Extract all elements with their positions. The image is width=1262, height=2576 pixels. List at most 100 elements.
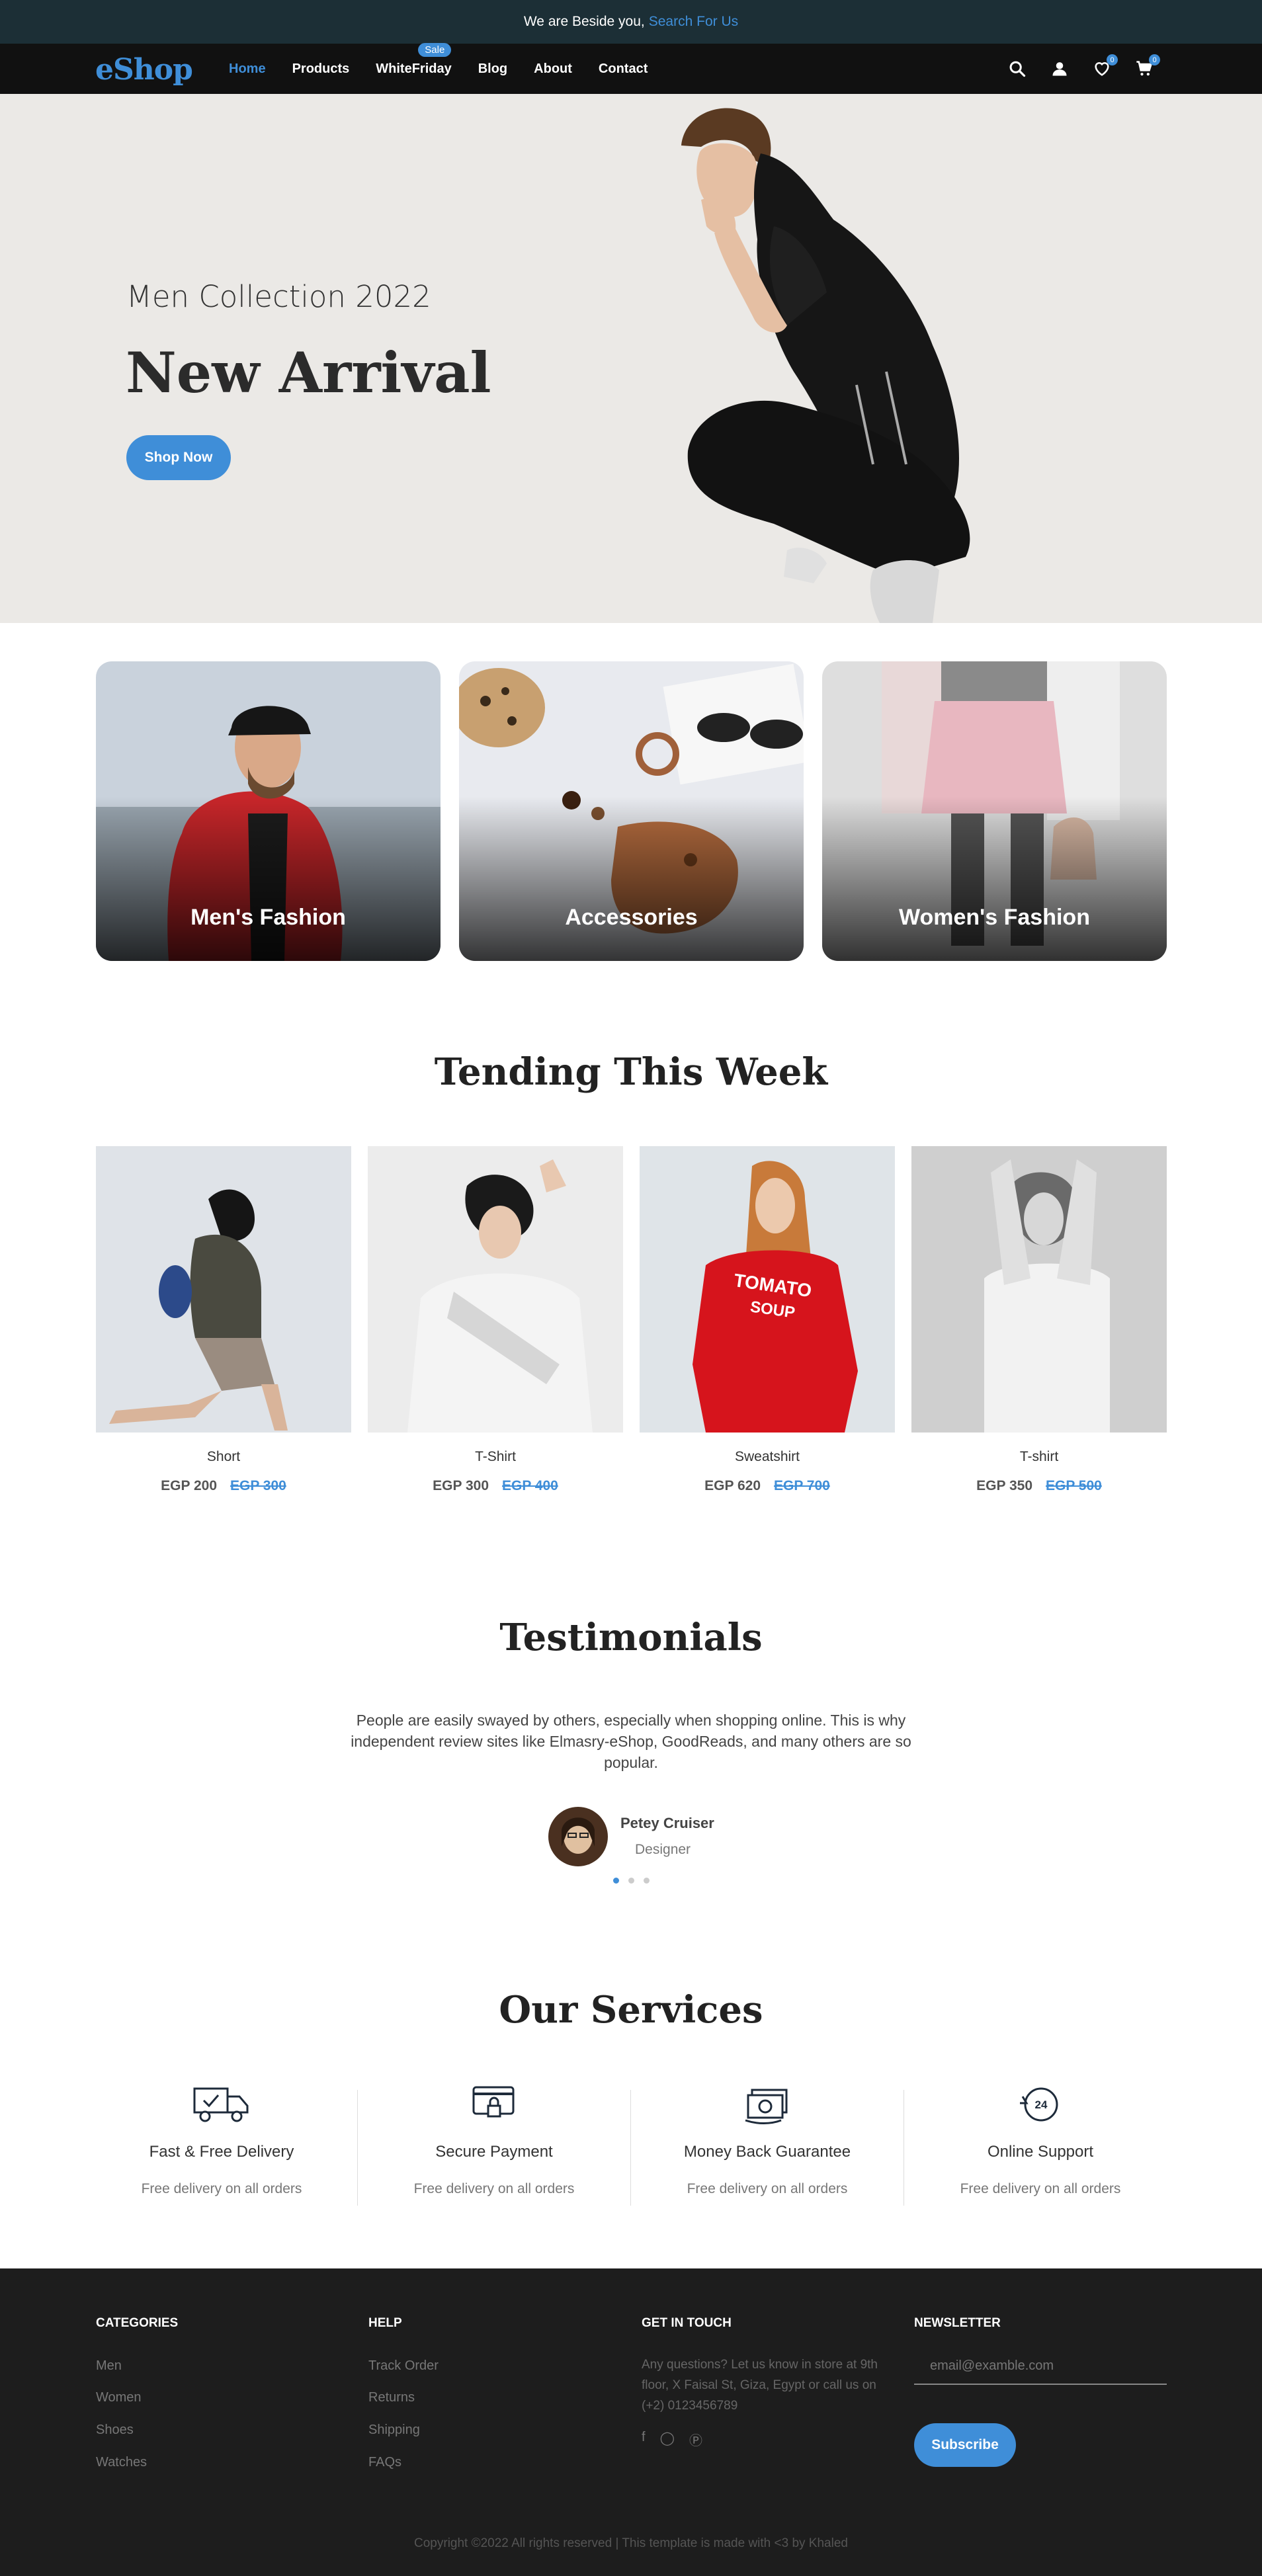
category-mens-fashion[interactable]: Men's Fashion [96,661,441,961]
footer-categories-title: CATEGORIES [96,2316,179,2330]
product-price: EGP 620 [704,1478,761,1493]
footer-link-shoes[interactable]: Shoes [96,2423,134,2438]
hero-title: New Arrival [126,340,491,405]
service-money-back: Money Back Guarantee Free delivery on al… [631,2083,904,2197]
category-label-womens: Women's Fashion [899,905,1090,930]
service-name: Online Support [987,2143,1094,2161]
product-old-price: EGP 500 [1046,1478,1102,1493]
product-price: EGP 200 [161,1478,217,1493]
category-shade [822,796,1167,961]
category-accessories[interactable]: Accessories [459,661,804,961]
footer-link-watches[interactable]: Watches [96,2455,147,2470]
hero-model-image [681,108,970,623]
product-card: Short EGP 200 EGP 300 [96,1146,351,1494]
nav-home[interactable]: Home [229,62,266,77]
footer-link-track-order[interactable]: Track Order [368,2358,439,2374]
navbar: eShop Home Products WhiteFriday Sale Blo… [0,42,1262,94]
service-name: Fast & Free Delivery [149,2143,294,2161]
nav-blog[interactable]: Blog [478,62,507,77]
product-name[interactable]: T-shirt [911,1449,1167,1465]
product-prices: EGP 350 EGP 500 [911,1478,1167,1494]
testimonial-role: Designer [635,1842,691,1857]
product-price: EGP 300 [433,1478,489,1493]
logo-e: e [95,53,114,87]
service-delivery: Fast & Free Delivery Free delivery on al… [85,2083,358,2197]
logo-shop: Shop [113,53,193,87]
subscribe-button[interactable]: Subscribe [914,2423,1016,2467]
product-card: TOMATO SOUP Sweatshirt EGP 620 EGP 700 [640,1146,895,1494]
search-icon[interactable] [1005,57,1029,81]
logo[interactable]: eShop [95,53,193,87]
nav-icons: 0 0 [1005,54,1160,81]
delivery-truck-icon [85,2083,358,2130]
user-icon[interactable] [1048,57,1072,81]
service-name: Money Back Guarantee [683,2143,851,2161]
service-name: Secure Payment [435,2143,553,2161]
testimonial-author: Petey Cruiser [620,1815,714,1831]
service-desc: Free delivery on all orders [413,2181,575,2196]
category-shade [459,796,804,961]
service-support: 24 Online Support Free delivery on all o… [904,2083,1177,2197]
announcement-bar: We are Beside you, Search For Us [0,0,1262,44]
product-prices: EGP 200 EGP 300 [96,1478,351,1494]
product-card: T-Shirt EGP 300 EGP 400 [368,1146,623,1494]
footer-link-returns[interactable]: Returns [368,2390,415,2405]
carousel-dot[interactable] [628,1878,634,1884]
cart-count: 0 [1149,54,1160,65]
svg-text:24: 24 [1035,2098,1048,2111]
category-label-accessories: Accessories [565,905,698,930]
testimonials-title: Testimonials [499,1616,763,1659]
footer-link-shipping[interactable]: Shipping [368,2423,420,2438]
carousel-dot[interactable] [613,1878,619,1884]
announcement-text: We are Beside you, [523,14,645,29]
sale-badge: Sale [418,42,452,57]
product-price: EGP 350 [976,1478,1032,1493]
wishlist-heart-icon[interactable]: 0 [1090,54,1118,81]
service-payment: Secure Payment Free delivery on all orde… [358,2083,630,2197]
nav-contact[interactable]: Contact [599,62,648,77]
pinterest-icon[interactable]: Ⓟ [689,2430,702,2449]
newsletter-email-input[interactable] [914,2348,1167,2385]
footer-link-faqs[interactable]: FAQs [368,2455,401,2470]
search-for-us-link[interactable]: Search For Us [649,14,738,30]
category-womens-fashion[interactable]: Women's Fashion [822,661,1167,961]
product-image-short[interactable] [96,1146,351,1433]
footer-contact-title: GET IN TOUCH [642,2316,732,2330]
product-prices: EGP 300 EGP 400 [368,1478,623,1494]
hero-subtitle: Men Collection 2022 [126,279,431,314]
main-menu: Home Products WhiteFriday Sale Blog Abou… [229,42,674,94]
category-label-mens: Men's Fashion [190,905,346,930]
trending-title: Tending This Week [434,1050,828,1094]
money-back-icon [631,2083,904,2130]
cart-icon[interactable]: 0 [1132,54,1160,81]
product-old-price: EGP 400 [502,1478,558,1493]
product-name[interactable]: T-Shirt [368,1449,623,1465]
support-24-icon: 24 [904,2083,1177,2130]
product-old-price: EGP 700 [774,1478,830,1493]
nav-products[interactable]: Products [292,62,350,77]
footer-help-title: HELP [368,2316,402,2330]
footer-contact-text: Any questions? Let us know in store at 9… [642,2358,878,2413]
copyright: Copyright ©2022 All rights reserved | Th… [414,2536,848,2550]
product-image-tshirt[interactable] [368,1146,623,1433]
footer-link-men[interactable]: Men [96,2358,122,2374]
shop-now-button[interactable]: Shop Now [126,435,231,480]
footer-newsletter-title: NEWSLETTER [914,2316,1001,2330]
service-desc: Free delivery on all orders [687,2181,848,2196]
service-desc: Free delivery on all orders [960,2181,1121,2196]
product-card: T-shirt EGP 350 EGP 500 [911,1146,1167,1494]
product-old-price: EGP 300 [230,1478,286,1493]
instagram-icon[interactable]: ◯ [660,2430,675,2449]
nav-whitefriday[interactable]: WhiteFriday Sale [376,42,452,77]
product-image-tshirt-white[interactable] [911,1146,1167,1433]
facebook-icon[interactable]: f [642,2430,646,2449]
wishlist-count: 0 [1107,54,1118,65]
carousel-dot[interactable] [644,1878,650,1884]
product-name[interactable]: Sweatshirt [640,1449,895,1465]
avatar [548,1807,608,1866]
nav-about[interactable]: About [534,62,572,77]
product-name[interactable]: Short [96,1449,351,1465]
footer-link-women[interactable]: Women [96,2390,142,2405]
product-image-sweatshirt[interactable]: TOMATO SOUP [640,1146,895,1433]
nav-whitefriday-label: WhiteFriday [376,61,452,76]
